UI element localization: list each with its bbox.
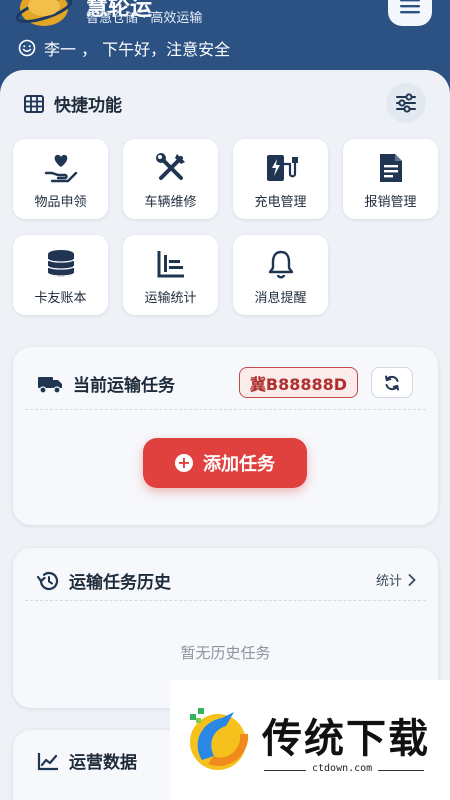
charging-station-icon [266, 155, 298, 181]
grid-icon [24, 94, 44, 113]
current-task-title: 当前运输任务 [73, 376, 175, 396]
hand-heart-icon [44, 154, 77, 183]
empty-history-text: 暂无历史任务 [180, 644, 271, 662]
settings-button[interactable] [386, 83, 426, 123]
watermark-logo-icon [190, 708, 249, 770]
tile-label: 运输统计 [144, 291, 197, 306]
tile-ledger[interactable]: 卡友账本 [13, 235, 108, 315]
bar-chart-icon [157, 251, 184, 278]
tile-label: 报销管理 [364, 195, 417, 210]
history-header: 运输任务历史 [37, 568, 171, 593]
greeting: 李一 ， 下午好，注意安全 [18, 36, 230, 60]
divider [25, 409, 426, 410]
tile-label: 充电管理 [254, 195, 307, 210]
tile-label: 卡友账本 [34, 291, 87, 306]
statistics-link[interactable]: 统计 [376, 570, 416, 589]
operations-header: 运营数据 [37, 748, 137, 773]
tile-label: 车辆维修 [144, 195, 197, 210]
line-chart-icon [37, 752, 58, 770]
statistics-link-label: 统计 [375, 574, 402, 589]
tile-item-request[interactable]: 物品申领 [13, 139, 108, 219]
tile-label: 物品申领 [34, 195, 87, 210]
document-icon [379, 154, 402, 182]
hamburger-icon [400, 0, 420, 14]
sliders-icon [396, 93, 416, 113]
bell-icon [268, 250, 293, 279]
greeting-text: 李一 ， 下午好，注意安全 [44, 40, 231, 59]
quick-functions-header: 快捷功能 [24, 91, 122, 116]
app-logo-icon [15, 0, 72, 26]
divider [25, 600, 426, 601]
chevron-right-icon [408, 573, 416, 586]
watermark-overlay: 传统下载 ctdown.com [170, 680, 450, 800]
add-task-label: 添加任务 [203, 454, 275, 475]
coin-stack-icon [46, 250, 75, 277]
watermark-title: 传统下载 [262, 716, 430, 762]
plus-icon: + [175, 454, 193, 472]
app-slogan: 智慧仓储 · 高效运输 [86, 11, 203, 26]
wrench-screwdriver-icon [155, 153, 185, 180]
refresh-button[interactable] [371, 367, 413, 398]
tile-notifications[interactable]: 消息提醒 [233, 235, 328, 315]
current-task-header: 当前运输任务 [37, 371, 175, 396]
truck-icon [38, 376, 62, 394]
tile-transport-stats[interactable]: 运输统计 [123, 235, 218, 315]
tile-vehicle-repair[interactable]: 车辆维修 [123, 139, 218, 219]
history-title: 运输任务历史 [69, 573, 171, 593]
menu-button[interactable] [388, 0, 432, 26]
history-icon [37, 571, 59, 590]
refresh-icon [385, 375, 399, 390]
watermark-url: ctdown.com [306, 763, 379, 774]
tile-label: 消息提醒 [254, 291, 307, 306]
smile-icon [18, 39, 36, 57]
operations-title: 运营数据 [69, 753, 137, 773]
add-task-button[interactable]: + 添加任务 [143, 438, 307, 488]
tile-reimbursement[interactable]: 报销管理 [343, 139, 438, 219]
license-plate-badge[interactable]: 冀B88888D [239, 367, 358, 398]
quick-functions-title: 快捷功能 [54, 96, 122, 116]
current-task-card: 当前运输任务 冀B88888D + 添加任务 [13, 347, 438, 525]
tile-charging[interactable]: 充电管理 [233, 139, 328, 219]
